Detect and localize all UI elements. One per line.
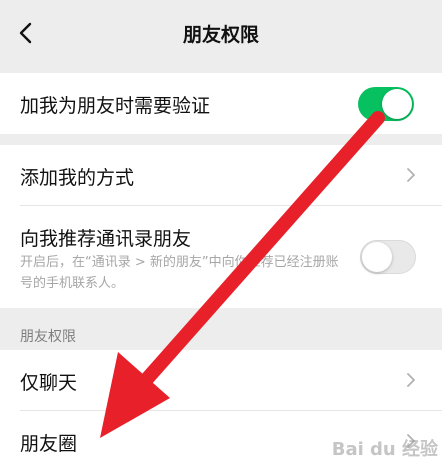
moments-label: 朋友圈 — [20, 433, 78, 455]
add-method-label: 添加我的方式 — [20, 167, 135, 189]
verify-label: 加我为朋友时需要验证 — [20, 95, 211, 117]
chat-only-label: 仅聊天 — [20, 372, 78, 394]
verify-group: 加我为朋友时需要验证 — [0, 73, 442, 134]
chat-only-row[interactable]: 仅聊天 — [0, 350, 442, 410]
chevron-right-icon — [407, 168, 415, 182]
verify-toggle[interactable] — [358, 87, 414, 121]
recommend-description: 开启后，在“通讯录 > 新的朋友”中向你推荐已经注册账号的手机联系人。 — [20, 255, 339, 291]
toggle-knob — [362, 242, 392, 272]
chevron-right-icon — [407, 373, 415, 387]
verify-row: 加我为朋友时需要验证 — [0, 73, 442, 134]
recommend-toggle[interactable] — [360, 240, 416, 274]
recommend-label: 向我推荐通讯录朋友 — [20, 228, 192, 250]
add-method-row[interactable]: 添加我的方式 — [0, 145, 442, 205]
page-title: 朋友权限 — [182, 24, 259, 46]
section-header: 朋友权限 — [20, 329, 76, 345]
navigation-bar: 朋友权限 — [0, 0, 442, 66]
toggle-knob — [382, 89, 412, 119]
watermark: Bai du 经验 — [331, 439, 438, 460]
